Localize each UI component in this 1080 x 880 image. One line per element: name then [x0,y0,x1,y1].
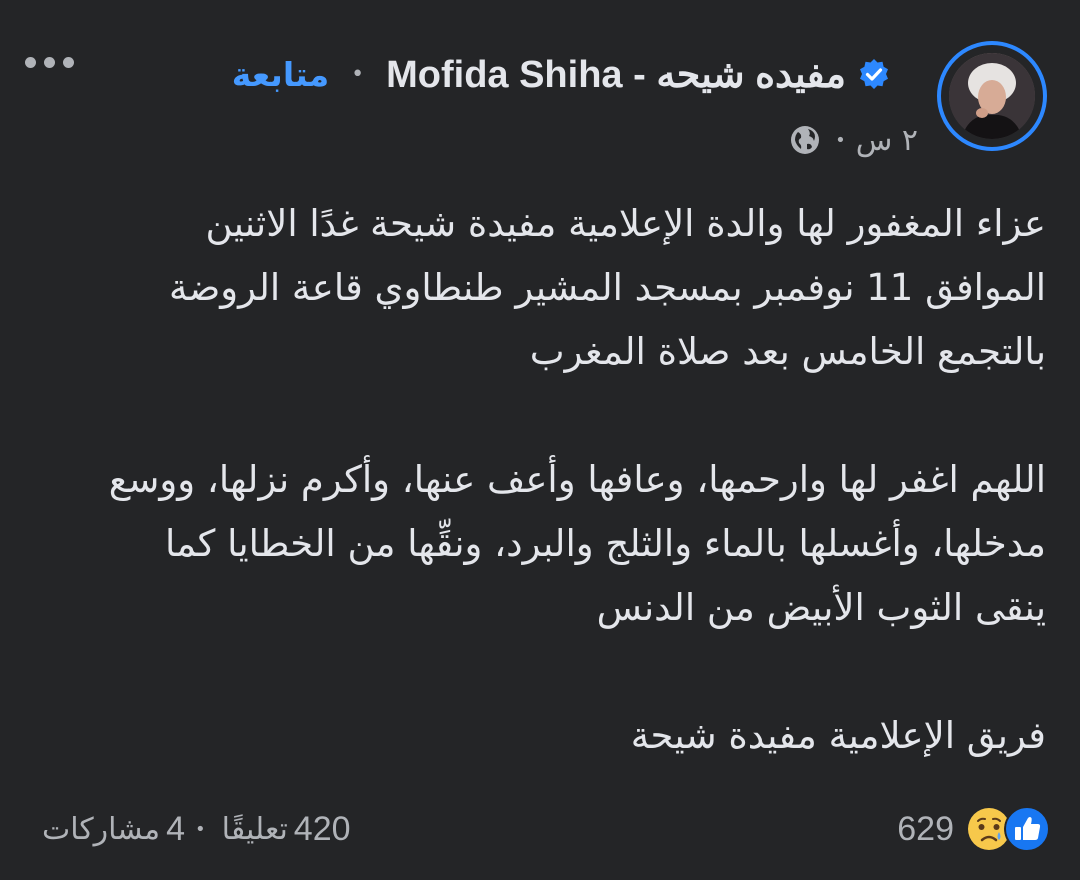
post-line: ينقى الثوب الأبيض من الدنس [596,586,1046,629]
reaction-count: 629 [897,809,954,848]
globe-icon[interactable] [789,124,821,156]
post-line: الموافق 11 نوفمبر بمسجد المشير طنطاوي قا… [169,266,1046,309]
separator-dot: • [351,61,365,87]
follow-button[interactable]: متابعة [232,55,329,94]
more-options-button[interactable] [25,50,85,74]
comments-count[interactable]: 420 [294,810,351,849]
comments-label[interactable]: تعليقًا [222,812,288,847]
post-header: Mofida Shiha - مفيده شيحه • متابعة [232,50,890,98]
author-name[interactable]: Mofida Shiha - مفيده شيحه [386,52,846,97]
more-dot-icon [44,56,55,68]
post-line: بالتجمع الخامس بعد صلاة المغرب [529,330,1046,373]
post-line: مدخلها، وأغسلها بالماء والثلج والبرد، ون… [165,522,1046,565]
engagement-stats: 420 تعليقًا • 4 مشاركات [36,806,351,852]
post-meta: ٢ س • [789,120,918,160]
post-timestamp[interactable]: ٢ س [856,123,918,158]
avatar-photo [949,53,1035,139]
author-avatar[interactable] [937,41,1047,151]
more-dot-icon [25,56,36,68]
shares-label[interactable]: مشاركات [42,812,160,847]
separator-dot: • [195,818,206,840]
post-line: عزاء المغفور لها والدة الإعلامية مفيدة ش… [205,202,1046,245]
verified-badge-icon [860,59,888,89]
avatar-portrait-icon [949,53,1035,139]
post-line: فريق الإعلامية مفيدة شيحة [630,714,1046,757]
shares-count[interactable]: 4 [166,810,185,849]
post-text: عزاء المغفور لها والدة الإعلامية مفيدة ش… [66,192,1046,768]
like-reaction-icon [1004,806,1050,852]
post-line: اللهم اغفر لها وارحمها، وعافها وأعف عنها… [108,458,1046,501]
reactions-summary[interactable]: 629 [897,804,1050,854]
separator-dot: • [835,129,846,151]
more-dot-icon [63,56,74,68]
